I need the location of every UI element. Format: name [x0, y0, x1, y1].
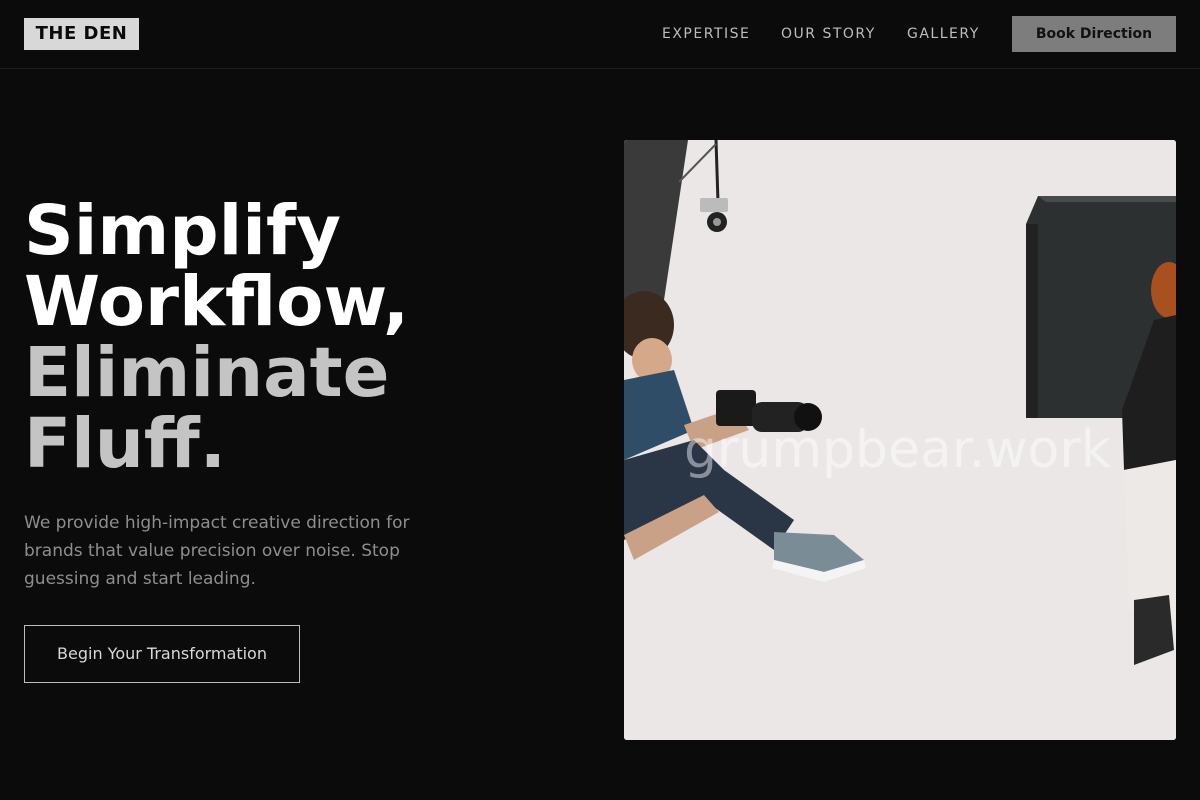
photo-watermark: grumpbear.work: [684, 420, 1111, 480]
nav-link-our-story[interactable]: OUR STORY: [781, 25, 876, 43]
brand-logo[interactable]: THE DEN: [24, 18, 139, 50]
hero-title-line-2: Workflow,: [24, 262, 410, 342]
hero-title-line-1: Simplify: [24, 191, 341, 271]
begin-transformation-button[interactable]: Begin Your Transformation: [24, 625, 300, 683]
book-direction-button[interactable]: Book Direction: [1012, 16, 1176, 52]
hero-photo: grumpbear.work: [624, 140, 1176, 740]
nav-link-expertise[interactable]: EXPERTISE: [662, 25, 750, 43]
site-header: THE DEN EXPERTISE OUR STORY GALLERY Book…: [0, 0, 1200, 69]
hero-subtitle: We provide high-impact creative directio…: [24, 513, 410, 589]
hero-title-line-4: Fluff.: [24, 404, 227, 484]
hero-title-line-3: Eliminate: [24, 333, 390, 413]
nav-link-gallery[interactable]: GALLERY: [907, 25, 980, 43]
hero-title: Simplify Workflow, Eliminate Fluff.: [24, 196, 584, 480]
